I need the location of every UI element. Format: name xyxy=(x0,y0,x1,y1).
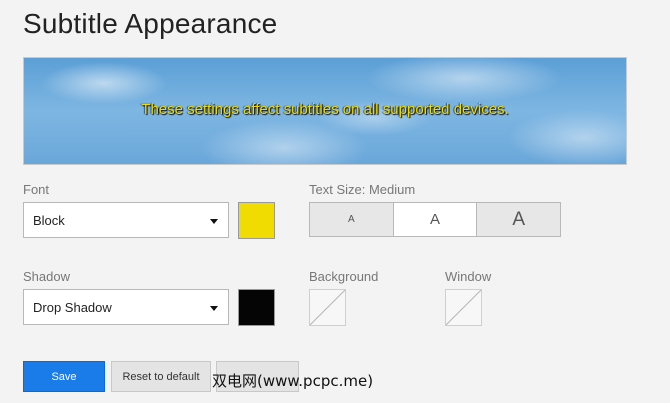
shadow-select-value: Drop Shadow xyxy=(33,300,112,315)
font-select-value: Block xyxy=(33,213,65,228)
preview-subtitle-text: These settings affect subtitles on all s… xyxy=(141,101,509,118)
font-select[interactable]: Block xyxy=(23,202,229,238)
no-color-icon xyxy=(446,290,481,325)
font-label: Font xyxy=(23,182,50,197)
chevron-down-icon xyxy=(210,306,218,311)
chevron-down-icon xyxy=(210,219,218,224)
font-color-swatch[interactable] xyxy=(238,202,275,239)
shadow-color-swatch[interactable] xyxy=(238,289,275,326)
text-size-large-button[interactable]: A xyxy=(477,203,561,236)
no-color-icon xyxy=(310,290,345,325)
text-size-small-button[interactable]: A xyxy=(310,203,393,236)
window-label: Window xyxy=(445,269,492,284)
text-size-label: Text Size: Medium xyxy=(309,182,416,197)
reset-to-default-button[interactable]: Reset to default xyxy=(111,361,211,392)
text-size-medium-button[interactable]: A xyxy=(392,203,478,236)
background-label: Background xyxy=(309,269,379,284)
window-color-swatch[interactable] xyxy=(445,289,482,326)
page-title: Subtitle Appearance xyxy=(23,8,278,39)
background-color-swatch[interactable] xyxy=(309,289,346,326)
subtitle-preview: These settings affect subtitles on all s… xyxy=(23,57,627,165)
shadow-label: Shadow xyxy=(23,269,70,284)
watermark: 双电网(www.pcpc.me) xyxy=(212,372,374,390)
text-size-selector: A A A xyxy=(309,202,561,237)
shadow-select[interactable]: Drop Shadow xyxy=(23,289,229,325)
save-button[interactable]: Save xyxy=(23,361,105,392)
